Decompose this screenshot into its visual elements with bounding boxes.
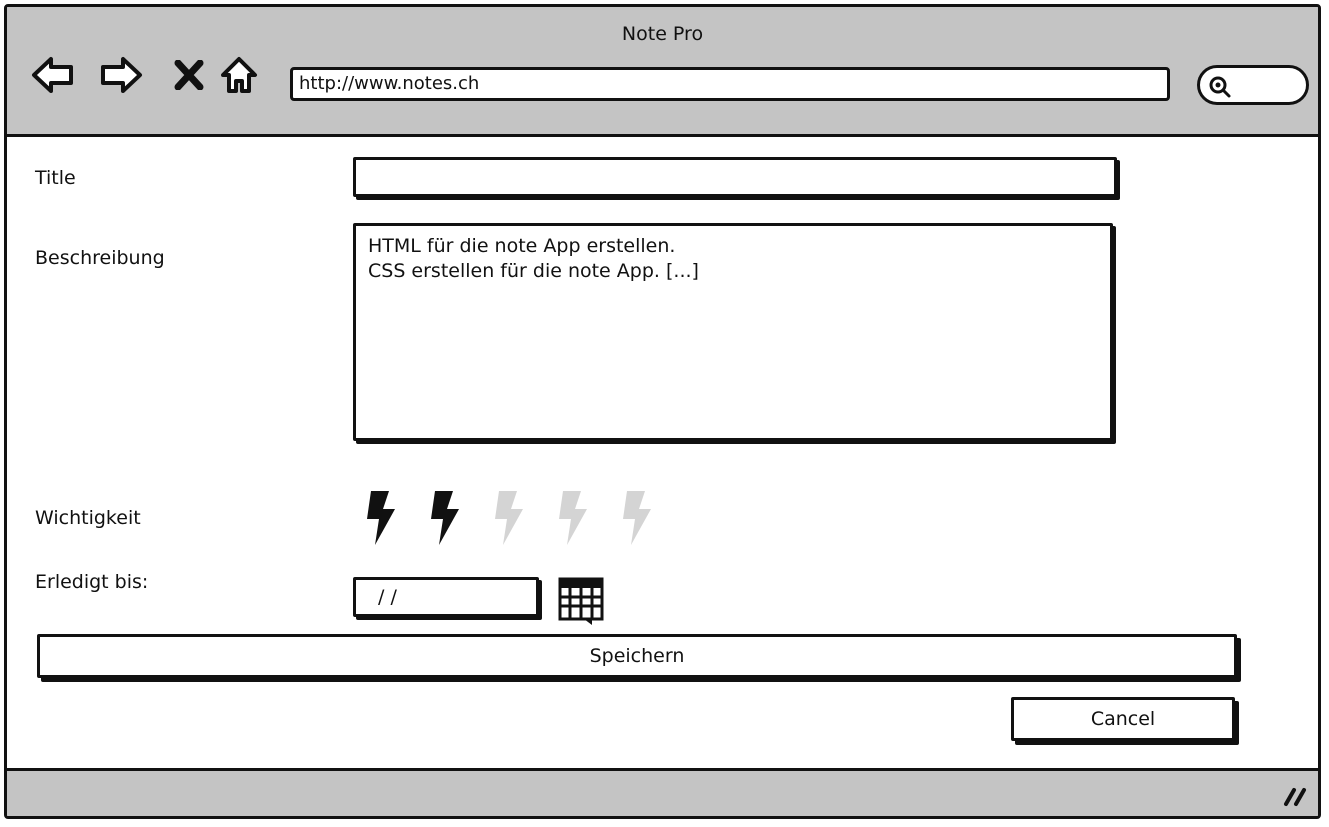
- importance-label: Wichtigkeit: [35, 507, 141, 529]
- lightning-bolt-icon[interactable]: [363, 489, 397, 547]
- description-textarea[interactable]: HTML für die note App erstellen. CSS ers…: [353, 223, 1113, 441]
- forward-arrow-icon[interactable]: [99, 53, 143, 97]
- browser-window: Note Pro http://www.notes.ch Title Besch…: [4, 4, 1321, 819]
- home-icon[interactable]: [217, 53, 261, 97]
- title-label: Title: [35, 167, 76, 189]
- search-field[interactable]: [1197, 65, 1309, 105]
- window-title: Note Pro: [621, 23, 704, 45]
- resize-grip-icon[interactable]: [1282, 784, 1308, 808]
- url-input[interactable]: http://www.notes.ch: [290, 67, 1170, 101]
- lightning-bolt-icon[interactable]: [555, 489, 589, 547]
- lightning-bolt-icon[interactable]: [619, 489, 653, 547]
- due-date-label: Erledigt bis:: [35, 571, 149, 593]
- browser-toolbar: Note Pro http://www.notes.ch: [7, 7, 1318, 137]
- cancel-button[interactable]: Cancel: [1011, 697, 1235, 741]
- calendar-icon[interactable]: [558, 577, 604, 631]
- search-icon: [1209, 76, 1231, 98]
- status-bar: [7, 768, 1318, 816]
- importance-rating[interactable]: [363, 489, 653, 547]
- back-arrow-icon[interactable]: [31, 53, 75, 97]
- title-input[interactable]: [353, 157, 1117, 197]
- lightning-bolt-icon[interactable]: [427, 489, 461, 547]
- due-date-input[interactable]: / /: [353, 577, 539, 617]
- description-label: Beschreibung: [35, 247, 165, 269]
- lightning-bolt-icon[interactable]: [491, 489, 525, 547]
- stop-icon[interactable]: [167, 53, 211, 97]
- save-button[interactable]: Speichern: [37, 634, 1237, 678]
